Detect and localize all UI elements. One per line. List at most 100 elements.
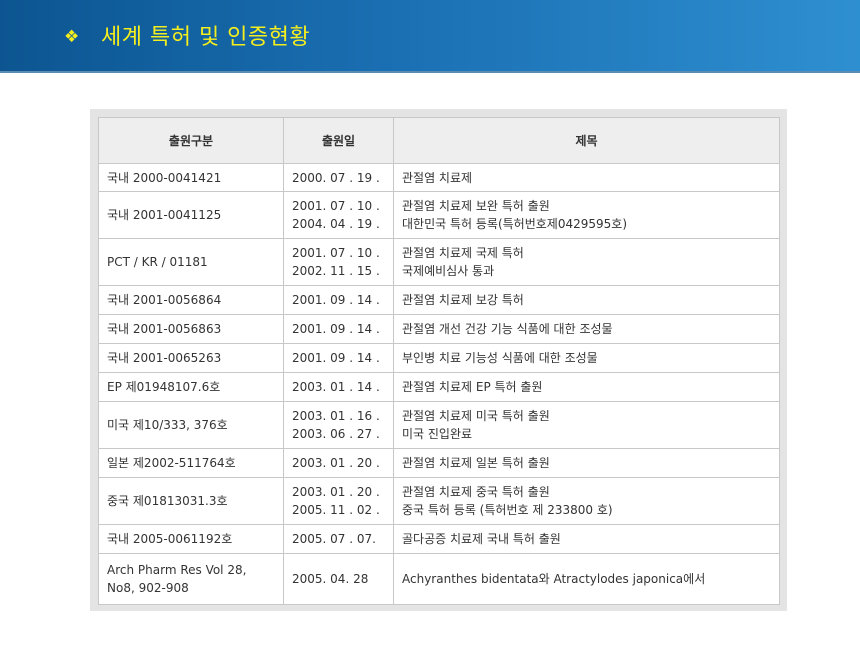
cell-application-date: 2003. 01 . 16 . 2003. 06 . 27 . xyxy=(283,401,394,449)
cell-application-date-line: 2004. 04 . 19 . xyxy=(292,217,380,231)
cell-application-date-line: 2001. 07 . 10 . xyxy=(292,246,380,260)
table-row: Arch Pharm Res Vol 28, No8, 902-908 2005. … xyxy=(98,553,780,605)
cell-application-type-line: No8, 902-908 xyxy=(107,581,189,595)
cell-application-date: 2005. 04. 28 xyxy=(283,553,394,605)
cell-application-type-line: 국내 2000-0041421 xyxy=(107,170,222,185)
cell-title-line: 관절염 치료제 xyxy=(402,170,473,185)
cell-title: 관절염 치료제 미국 특허 출원미국 진입완료 xyxy=(393,401,780,449)
cell-application-date: 2003. 01 . 20 . xyxy=(283,448,394,478)
cell-application-date-line: 2001. 09 . 14 . xyxy=(292,293,380,307)
cell-application-date-line: 2003. 06 . 27 . xyxy=(292,427,380,441)
cell-application-type-line: 국내 2001-0056863 xyxy=(107,322,222,336)
cell-title: 관절염 치료제 xyxy=(393,163,780,192)
cell-application-date-line: 2005. 07 . 07. xyxy=(292,532,376,546)
cell-application-date: 2001. 09 . 14 . xyxy=(283,343,394,373)
table-row: 국내 2001-0056863 2001. 09 . 14 . 관절염 개선 건강 … xyxy=(98,314,780,344)
table-header-row: 출원구분 출원일 제목 xyxy=(98,117,780,164)
table-row: 국내 2005-0061192호 2005. 07 . 07. 골다공증 치료제 국… xyxy=(98,524,780,554)
cell-application-date-line: 2005. 04. 28 xyxy=(292,572,369,586)
cell-title-line: 골다공증 치료제 국내 특허 출원 xyxy=(402,532,561,546)
cell-title-line: 관절염 치료제 보강 특허 xyxy=(402,293,524,307)
cell-title-line: 관절염 치료제 일본 특허 출원 xyxy=(402,456,550,470)
table-row: 국내 2001-0065263 2001. 09 . 14 . 부인병 치료 기능성… xyxy=(98,343,780,373)
cell-application-type-line: 국내 2001-0065263 xyxy=(107,351,222,365)
cell-application-date-line: 2003. 01 . 20 . xyxy=(292,485,380,499)
cell-application-type-line: 중국 제01813031.3호 xyxy=(107,494,228,508)
cell-title: 관절염 치료제 일본 특허 출원 xyxy=(393,448,780,478)
cell-application-date-line: 2001. 09 . 14 . xyxy=(292,322,380,336)
cell-title-line: 관절염 치료제 국제 특허 xyxy=(402,246,524,260)
cell-application-date: 2001. 07 . 10 . 2002. 11 . 15 . xyxy=(283,238,394,286)
cell-application-type: 중국 제01813031.3호 xyxy=(98,477,284,525)
cell-application-type: 국내 2005-0061192호 xyxy=(98,524,284,554)
cell-application-date: 2005. 07 . 07. xyxy=(283,524,394,554)
table-row: 국내 2000-0041421 2000. 07 . 19 . 관절염 치료제 xyxy=(98,163,780,192)
cell-application-type: Arch Pharm Res Vol 28, No8, 902-908 xyxy=(98,553,284,605)
cell-application-date-line: 2001. 07 . 10 . xyxy=(292,199,380,213)
cell-application-type: 국내 2001-0056863 xyxy=(98,314,284,344)
table-row: PCT / KR / 01181 2001. 07 . 10 . 2002. 11 … xyxy=(98,238,780,286)
cell-title-line: 부인병 치료 기능성 식품에 대한 조성물 xyxy=(402,351,598,365)
cell-application-type: 국내 2001-0056864 xyxy=(98,285,284,315)
cell-title: Achyranthes bidentata와 Atractylodes japo… xyxy=(393,553,780,605)
patent-table-frame: 출원구분 출원일 제목 국내 2000-0041421 2000. 07 . 19… xyxy=(90,109,787,611)
cell-application-type-line: 국내 2001-0056864 xyxy=(107,293,222,307)
cell-title-line: 관절염 치료제 보완 특허 출원 xyxy=(402,199,550,213)
table-row: 일본 제2002-511764호 2003. 01 . 20 . 관절염 치료제 일… xyxy=(98,448,780,478)
cell-title-line: 미국 진입완료 xyxy=(402,427,473,441)
column-header-title: 제목 xyxy=(393,117,780,164)
cell-application-date: 2001. 09 . 14 . xyxy=(283,314,394,344)
cell-application-date: 2001. 07 . 10 . 2004. 04 . 19 . xyxy=(283,191,394,239)
column-header-application-date: 출원일 xyxy=(283,117,394,164)
cell-title-line: 중국 특허 등록 (특허번호 제 233800 호) xyxy=(402,503,613,517)
cell-title-line: 관절염 개선 건강 기능 식품에 대한 조성물 xyxy=(402,322,613,336)
cell-title: 관절염 개선 건강 기능 식품에 대한 조성물 xyxy=(393,314,780,344)
cell-application-type-line: 미국 제10/333, 376호 xyxy=(107,418,228,432)
table-row: 미국 제10/333, 376호 2003. 01 . 16 . 2003. 06 … xyxy=(98,401,780,449)
cell-title: 골다공증 치료제 국내 특허 출원 xyxy=(393,524,780,554)
cell-title-line: 관절염 치료제 미국 특허 출원 xyxy=(402,409,550,423)
patent-table: 출원구분 출원일 제목 국내 2000-0041421 2000. 07 . 19… xyxy=(98,117,780,605)
cell-title: 관절염 치료제 보강 특허 xyxy=(393,285,780,315)
cell-application-date-line: 2002. 11 . 15 . xyxy=(292,264,380,278)
cell-title-line: Achyranthes bidentata와 Atractylodes japo… xyxy=(402,572,706,586)
cell-title: 관절염 치료제 중국 특허 출원중국 특허 등록 (특허번호 제 233800 … xyxy=(393,477,780,525)
cell-title-line: 관절염 치료제 중국 특허 출원 xyxy=(402,485,550,499)
cell-application-date-line: 2001. 09 . 14 . xyxy=(292,351,380,365)
cell-application-date-line: 2003. 01 . 20 . xyxy=(292,456,380,470)
cell-application-type-line: EP 제01948107.6호 xyxy=(107,380,221,394)
table-row: 국내 2001-0041125 2001. 07 . 10 . 2004. 04 .… xyxy=(98,191,780,239)
slide-title: 세계 특허 및 인증현황 xyxy=(101,25,311,50)
cell-application-type: PCT / KR / 01181 xyxy=(98,238,284,286)
table-row: EP 제01948107.6호 2003. 01 . 14 . 관절염 치료제 EP… xyxy=(98,372,780,402)
cell-application-type: 미국 제10/333, 376호 xyxy=(98,401,284,449)
cell-application-date-line: 2000. 07 . 19 . xyxy=(292,170,380,185)
cell-application-type-line: 국내 2001-0041125 xyxy=(107,208,222,222)
cell-application-type-line: Arch Pharm Res Vol 28, xyxy=(107,563,247,577)
cell-application-date: 2001. 09 . 14 . xyxy=(283,285,394,315)
column-header-application-type: 출원구분 xyxy=(98,117,284,164)
cell-application-type: EP 제01948107.6호 xyxy=(98,372,284,402)
table-row: 국내 2001-0056864 2001. 09 . 14 . 관절염 치료제 보강… xyxy=(98,285,780,315)
cell-title: 관절염 치료제 국제 특허국제예비심사 통과 xyxy=(393,238,780,286)
cell-title-line: 대한민국 특허 등록(특허번호제0429595호) xyxy=(402,217,627,231)
cell-application-date: 2003. 01 . 14 . xyxy=(283,372,394,402)
cell-title-line: 관절염 치료제 EP 특허 출원 xyxy=(402,380,543,394)
cell-application-type: 일본 제2002-511764호 xyxy=(98,448,284,478)
diamond-bullet-icon: ❖ xyxy=(64,27,80,47)
cell-title: 관절염 치료제 EP 특허 출원 xyxy=(393,372,780,402)
cell-title-line: 국제예비심사 통과 xyxy=(402,264,495,278)
table-row: 중국 제01813031.3호 2003. 01 . 20 . 2005. 11 .… xyxy=(98,477,780,525)
cell-application-type-line: PCT / KR / 01181 xyxy=(107,255,208,269)
cell-application-date: 2000. 07 . 19 . xyxy=(283,163,394,192)
cell-application-type: 국내 2001-0041125 xyxy=(98,191,284,239)
cell-application-type: 국내 2000-0041421 xyxy=(98,163,284,192)
cell-title: 관절염 치료제 보완 특허 출원대한민국 특허 등록(특허번호제0429595호… xyxy=(393,191,780,239)
cell-application-date-line: 2003. 01 . 16 . xyxy=(292,409,380,423)
cell-application-type: 국내 2001-0065263 xyxy=(98,343,284,373)
cell-application-type-line: 국내 2005-0061192호 xyxy=(107,532,233,546)
cell-application-type-line: 일본 제2002-511764호 xyxy=(107,456,236,470)
cell-application-date-line: 2005. 11 . 02 . xyxy=(292,503,380,517)
cell-application-date: 2003. 01 . 20 . 2005. 11 . 02 . xyxy=(283,477,394,525)
cell-application-date-line: 2003. 01 . 14 . xyxy=(292,380,380,394)
